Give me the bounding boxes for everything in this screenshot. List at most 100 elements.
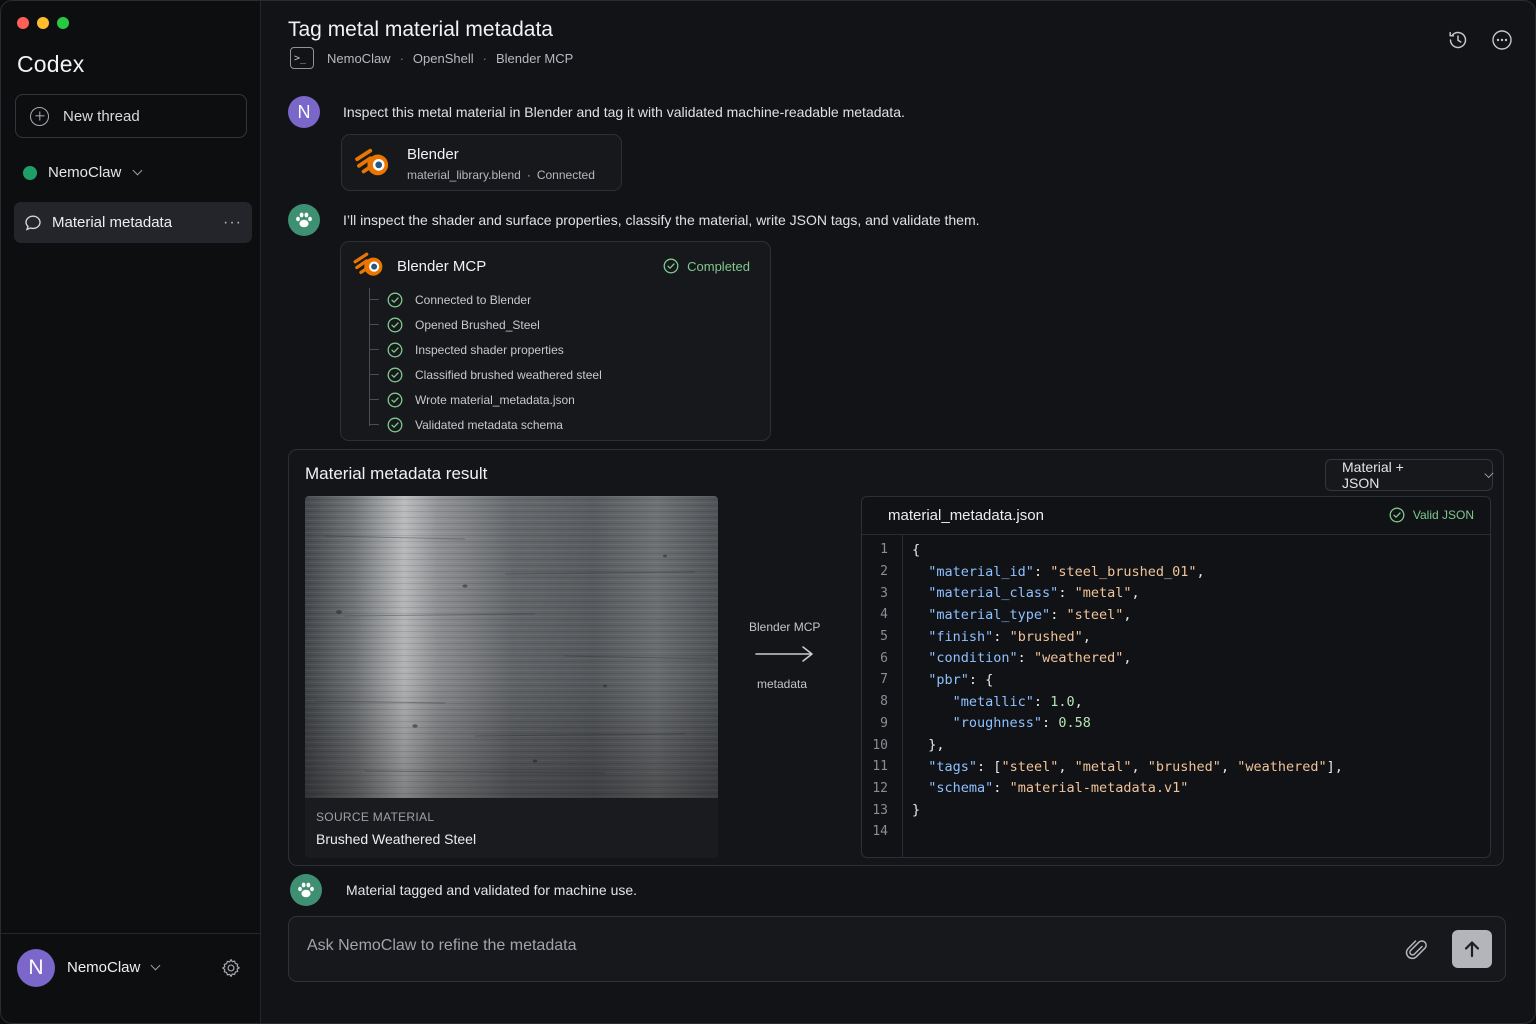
view-mode-value: Material + JSON [1342, 459, 1404, 491]
workspace-status-dot [23, 165, 37, 180]
page-title: Tag metal material metadata [288, 18, 553, 41]
line-number: 4 [880, 607, 888, 623]
workspace-selector[interactable]: NemoClaw [23, 164, 143, 181]
code-token: "material_id" [928, 563, 1034, 580]
code-token: "steel" [1001, 758, 1059, 775]
view-mode-select[interactable]: Material + JSON [1325, 459, 1494, 491]
validation-badge: Valid JSON [1389, 507, 1474, 523]
paw-icon [296, 212, 312, 228]
account-selector[interactable]: NemoClaw [67, 959, 161, 976]
step-label: Opened Brushed_Steel [415, 317, 540, 332]
line-number: 8 [880, 694, 888, 710]
paperclip-icon[interactable] [1405, 937, 1429, 963]
code-token: 0.58 [1058, 715, 1091, 732]
source-material-name: Brushed Weathered Steel [316, 831, 477, 847]
blender-logo-icon [355, 148, 389, 176]
code-token: "schema" [928, 780, 994, 797]
line-number: 1 [880, 542, 888, 558]
line-number: 7 [880, 672, 888, 688]
line-number: 13 [872, 802, 888, 818]
code-token: , [1123, 650, 1132, 667]
code-line: 6 "condition": "weathered", [862, 647, 1343, 669]
send-button[interactable] [1452, 930, 1492, 968]
more-options-icon[interactable] [1491, 29, 1513, 51]
code-line: 2 "material_id": "steel_brushed_01", [862, 561, 1343, 583]
check-circle-icon [387, 317, 403, 332]
code-line: 14 [862, 821, 1343, 843]
line-number: 6 [880, 650, 888, 666]
sidebar-item-material-metadata[interactable]: Material metadata ··· [14, 202, 252, 243]
breadcrumb-item[interactable]: Blender MCP [496, 51, 573, 66]
code-token: : [1042, 715, 1059, 732]
blender-card-subtitle: material_library.blend · Connected [407, 168, 595, 182]
line-number: 2 [880, 564, 888, 580]
close-window-button[interactable] [17, 17, 29, 29]
breadcrumb-separator: · [399, 50, 404, 66]
json-code: 1{2 "material_id": "steel_brushed_01", 3 … [862, 539, 1343, 843]
code-line: 8 "metallic": 1.0, [862, 691, 1343, 713]
step-item: Inspected shader properties [365, 337, 602, 362]
code-token: , [1196, 563, 1205, 580]
check-circle-icon [387, 392, 403, 407]
thread-label: Material metadata [52, 214, 173, 231]
code-token: : [993, 780, 1010, 797]
blender-logo-icon [353, 252, 383, 276]
connection-status: Connected [536, 168, 595, 182]
line-number: 5 [880, 629, 888, 645]
source-material-label: SOURCE MATERIAL [316, 810, 435, 824]
code-token: "tags" [928, 758, 978, 775]
code-line: 5 "finish": "brushed", [862, 626, 1343, 648]
new-thread-button[interactable]: New thread [15, 94, 247, 138]
minimize-window-button[interactable] [37, 17, 49, 29]
check-circle-icon [387, 367, 403, 382]
step-item: Validated metadata schema [365, 412, 602, 437]
code-token: 1.0 [1050, 693, 1075, 710]
avatar[interactable]: N [17, 949, 55, 987]
step-label: Classified brushed weathered steel [415, 367, 602, 382]
workspace-name: NemoClaw [48, 164, 122, 181]
code-token: "steel_brushed_01" [1050, 563, 1197, 580]
blender-connection-card[interactable]: Blender material_library.blend · Connect… [341, 134, 622, 191]
paw-icon [298, 882, 314, 898]
code-token: , [1123, 606, 1132, 623]
final-message-text: Material tagged and validated for machin… [346, 882, 638, 898]
app-window: Codex New thread NemoClaw Material metad… [0, 0, 1536, 1024]
code-token: : [1033, 693, 1051, 710]
composer [288, 916, 1506, 982]
chevron-down-icon [150, 960, 161, 971]
user-avatar: N [288, 96, 320, 128]
zoom-window-button[interactable] [57, 17, 69, 29]
breadcrumb-separator: · [482, 50, 487, 66]
code-token: , [1220, 758, 1238, 775]
line-number: 14 [872, 824, 888, 840]
gear-icon[interactable] [220, 957, 242, 979]
code-token: "roughness" [952, 715, 1043, 732]
code-token: "metallic" [952, 693, 1034, 710]
code-token: : [1058, 585, 1075, 602]
separator: · [526, 168, 531, 182]
code-line: 11 "tags": ["steel", "metal", "brushed",… [862, 756, 1343, 778]
code-token: : [1050, 606, 1067, 623]
thread-more-button[interactable]: ··· [223, 214, 242, 232]
code-token: }, [912, 737, 945, 754]
breadcrumb: >_ NemoClaw · OpenShell · Blender MCP [290, 47, 573, 69]
breadcrumb-item[interactable]: OpenShell [413, 51, 474, 66]
code-token: } [912, 802, 921, 819]
code-line: 12 "schema": "material-metadata.v1" [862, 778, 1343, 800]
breadcrumb-item[interactable]: NemoClaw [327, 51, 391, 66]
prompt-input[interactable] [307, 937, 1307, 955]
blender-card-title: Blender [407, 146, 459, 163]
code-line: 10 }, [862, 734, 1343, 756]
history-icon[interactable] [1447, 29, 1469, 51]
code-token: "pbr" [928, 671, 969, 688]
arrow-up-icon [1464, 941, 1480, 958]
assistant-message-text: I’ll inspect the shader and surface prop… [343, 212, 980, 228]
code-token: "metal" [1074, 585, 1132, 602]
code-token: : { [968, 671, 994, 688]
